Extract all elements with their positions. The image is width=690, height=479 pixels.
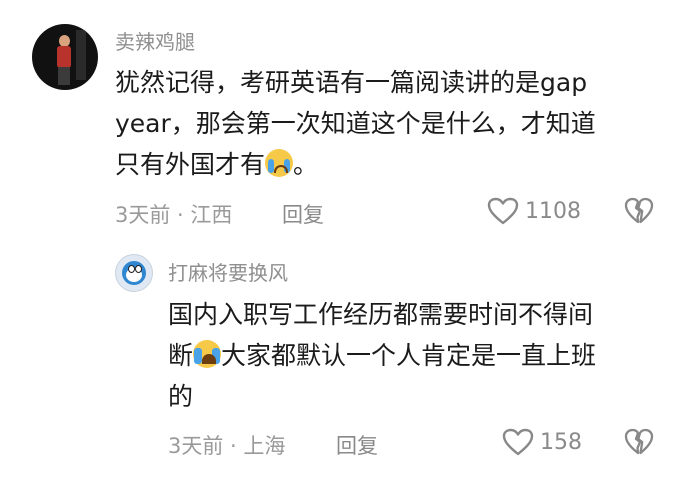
broken-heart-icon <box>624 428 654 455</box>
broken-heart-icon <box>624 197 654 224</box>
avatar-figure-legs <box>58 67 70 85</box>
reply-time-location: 3天前 · 上海 <box>168 434 286 458</box>
comment-text: 犹然记得，考研英语有一篇阅读讲的是gap year，那会第一次知道这个是什么，才… <box>115 62 675 185</box>
reply-avatar-eye <box>128 265 135 273</box>
avatar-background <box>76 30 86 80</box>
reply-avatar-eye <box>135 265 142 273</box>
comment-username[interactable]: 卖辣鸡腿 <box>115 26 195 55</box>
reply-username[interactable]: 打麻将要换风 <box>168 257 288 286</box>
like-button[interactable]: 1108 <box>487 197 581 225</box>
like-count: 158 <box>540 429 582 455</box>
reply-text-line: 断大家都默认一个人肯定是一直上班 <box>168 335 678 376</box>
reply-reply-button[interactable]: 回复 <box>336 430 378 460</box>
heart-outline-icon <box>487 197 519 225</box>
like-count: 1108 <box>525 198 581 224</box>
heart-outline-icon <box>502 428 534 456</box>
reply-text-line: 的 <box>168 382 194 411</box>
reply-avatar[interactable] <box>115 254 153 292</box>
loudly-crying-face-emoji <box>193 340 222 368</box>
comment-time-location: 3天前 · 江西 <box>115 203 233 227</box>
reply-text-segment: 断 <box>168 341 194 370</box>
reply-like-button[interactable]: 158 <box>502 428 582 456</box>
comment-text-line: year，那会第一次知道这个是什么，才知道 <box>115 109 596 138</box>
comment-text-segment: 只有外国才有 <box>115 150 266 179</box>
dislike-button[interactable] <box>624 197 654 229</box>
reply-button[interactable]: 回复 <box>282 199 324 229</box>
reply-text-segment: 大家都默认一个人肯定是一直上班 <box>221 341 597 370</box>
comment-text-line: 只有外国才有。 <box>115 144 675 185</box>
comment-text-line: 犹然记得，考研英语有一篇阅读讲的是gap <box>115 68 588 97</box>
reply-dislike-button[interactable] <box>624 428 654 460</box>
avatar-figure-body <box>57 46 71 68</box>
crying-face-emoji <box>265 149 294 177</box>
reply-text: 国内入职写工作经历都需要时间不得间 断大家都默认一个人肯定是一直上班 的 <box>168 294 678 417</box>
reply-text-line: 国内入职写工作经历都需要时间不得间 <box>168 300 594 329</box>
avatar[interactable] <box>32 24 98 90</box>
comment-text-segment: 。 <box>293 150 319 179</box>
